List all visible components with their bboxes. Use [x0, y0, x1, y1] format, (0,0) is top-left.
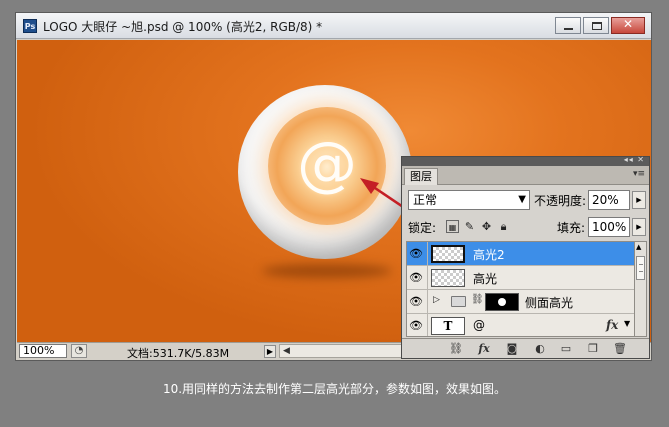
- lock-all-padlock-icon[interactable]: 🔒︎: [497, 220, 510, 233]
- status-info-icon[interactable]: ◔: [71, 344, 87, 358]
- close-button[interactable]: ✕: [611, 17, 645, 34]
- effects-expand-icon[interactable]: ▼: [624, 319, 630, 328]
- folder-icon: [451, 296, 466, 307]
- blend-mode-value: 正常: [413, 193, 438, 207]
- at-symbol-logo: @: [297, 129, 357, 199]
- layer-row-highlight[interactable]: 👁︎ 高光: [407, 266, 634, 290]
- logo-glow-core: @: [268, 107, 386, 225]
- horizontal-scrollbar[interactable]: ◀: [279, 344, 409, 358]
- minimize-button[interactable]: [555, 17, 581, 34]
- layer-divider: [427, 266, 428, 290]
- fill-slider-button[interactable]: ▶: [632, 218, 646, 236]
- tutorial-caption: 10.用同样的方法去制作第二层高光部分，参数如图，效果如图。: [162, 382, 507, 396]
- opacity-input[interactable]: 20%: [588, 190, 630, 210]
- layer-divider: [427, 314, 428, 336]
- delete-layer-trash-icon[interactable]: 🗑︎: [612, 342, 628, 356]
- group-expand-triangle-icon[interactable]: ▷: [433, 295, 440, 305]
- document-size-info: 文档:531.7K/5.83M: [127, 347, 230, 360]
- layer-divider: [427, 242, 428, 266]
- lock-label: 锁定:: [408, 221, 437, 235]
- layers-panel: ◂◂ ✕ 图层 ▾≡ 正常 ▼ 不透明度: 20% ▶ 锁定: ▦ ✎ ✥ 🔒︎…: [401, 155, 650, 359]
- panel-tab-bar: 图层 ▾≡: [402, 166, 649, 185]
- maximize-icon: [592, 22, 602, 30]
- add-mask-icon[interactable]: ◙: [504, 342, 520, 356]
- scrollbar-grip: [639, 264, 643, 272]
- opacity-slider-button[interactable]: ▶: [632, 191, 646, 209]
- scroll-left-icon[interactable]: ◀: [283, 345, 290, 357]
- visibility-eye-icon[interactable]: 👁︎: [409, 319, 423, 332]
- maximize-button[interactable]: [583, 17, 609, 34]
- visibility-eye-icon[interactable]: 👁︎: [409, 247, 423, 260]
- layer-row-text-at[interactable]: 👁︎ T @ fx ▼: [407, 314, 634, 336]
- adjustment-layer-icon[interactable]: ◐: [532, 342, 548, 356]
- new-group-folder-icon[interactable]: ▭: [558, 342, 574, 356]
- layer-effects-fx-icon[interactable]: fx: [606, 318, 618, 332]
- link-layers-icon[interactable]: ⛓︎: [448, 342, 464, 356]
- scrollbar-thumb[interactable]: [636, 256, 645, 280]
- layer-thumbnail: [431, 269, 465, 287]
- logo-ball: @: [238, 85, 412, 259]
- fill-label: 填充:: [557, 221, 586, 235]
- layers-list: 👁︎ 高光2 👁︎ 高光 👁︎ ▷ ⛓︎ 侧面高光 👁︎ T @ fx ▼: [406, 241, 635, 337]
- panel-menu-icon[interactable]: ▾≡: [633, 169, 645, 179]
- new-layer-icon[interactable]: ❐: [585, 342, 601, 356]
- close-icon: ✕: [622, 17, 634, 31]
- text-layer-icon: T: [431, 317, 465, 335]
- lock-fill-row: 锁定: ▦ ✎ ✥ 🔒︎ 填充: 100% ▶: [406, 216, 646, 238]
- chevron-down-icon: ▼: [518, 194, 526, 205]
- tab-layers[interactable]: 图层: [404, 168, 438, 185]
- visibility-eye-icon[interactable]: 👁︎: [409, 295, 423, 308]
- layers-vertical-scrollbar[interactable]: ▲: [635, 241, 647, 337]
- status-menu-arrow-button[interactable]: ▶: [264, 345, 276, 358]
- minimize-icon: [564, 28, 573, 30]
- panel-header-strip[interactable]: ◂◂ ✕: [402, 155, 649, 166]
- scroll-up-icon[interactable]: ▲: [636, 243, 641, 251]
- lock-transparency-icon[interactable]: ▦: [446, 220, 459, 233]
- blend-opacity-row: 正常 ▼ 不透明度: 20% ▶: [406, 189, 646, 211]
- layer-name: 高光: [473, 272, 498, 286]
- layer-divider: [427, 290, 428, 314]
- fill-input[interactable]: 100%: [588, 217, 630, 237]
- layer-row-side-highlight-group[interactable]: 👁︎ ▷ ⛓︎ 侧面高光: [407, 290, 634, 314]
- visibility-eye-icon[interactable]: 👁︎: [409, 271, 423, 284]
- zoom-level-input[interactable]: 100%: [19, 344, 67, 358]
- window-title: LOGO 大眼仔 ~旭.psd @ 100% (高光2, RGB/8) *: [43, 20, 323, 34]
- layer-mask-thumbnail[interactable]: [485, 293, 519, 311]
- lock-position-move-icon[interactable]: ✥: [480, 220, 493, 233]
- window-controls: ✕: [555, 17, 645, 34]
- photoshop-app-icon: Ps: [23, 19, 37, 33]
- layer-row-highlight2[interactable]: 👁︎ 高光2: [407, 242, 634, 266]
- link-chain-icon[interactable]: ⛓︎: [471, 294, 484, 305]
- add-layer-style-fx-icon[interactable]: fx: [476, 342, 492, 356]
- layer-thumbnail: [431, 245, 465, 263]
- ball-shadow: [262, 264, 392, 278]
- panel-bottom-toolbar: ⛓︎ fx ◙ ◐ ▭ ❐ 🗑︎: [402, 338, 649, 358]
- mask-dot: [498, 298, 506, 306]
- blend-mode-select[interactable]: 正常 ▼: [408, 190, 530, 210]
- collapse-panel-icon[interactable]: ◂◂ ✕: [624, 155, 645, 164]
- title-bar[interactable]: Ps LOGO 大眼仔 ~旭.psd @ 100% (高光2, RGB/8) *…: [16, 13, 651, 39]
- layer-name: @: [473, 318, 485, 332]
- opacity-label: 不透明度:: [534, 194, 587, 208]
- lock-pixels-brush-icon[interactable]: ✎: [463, 220, 476, 233]
- layer-name: 侧面高光: [525, 296, 574, 310]
- layer-name: 高光2: [473, 248, 505, 262]
